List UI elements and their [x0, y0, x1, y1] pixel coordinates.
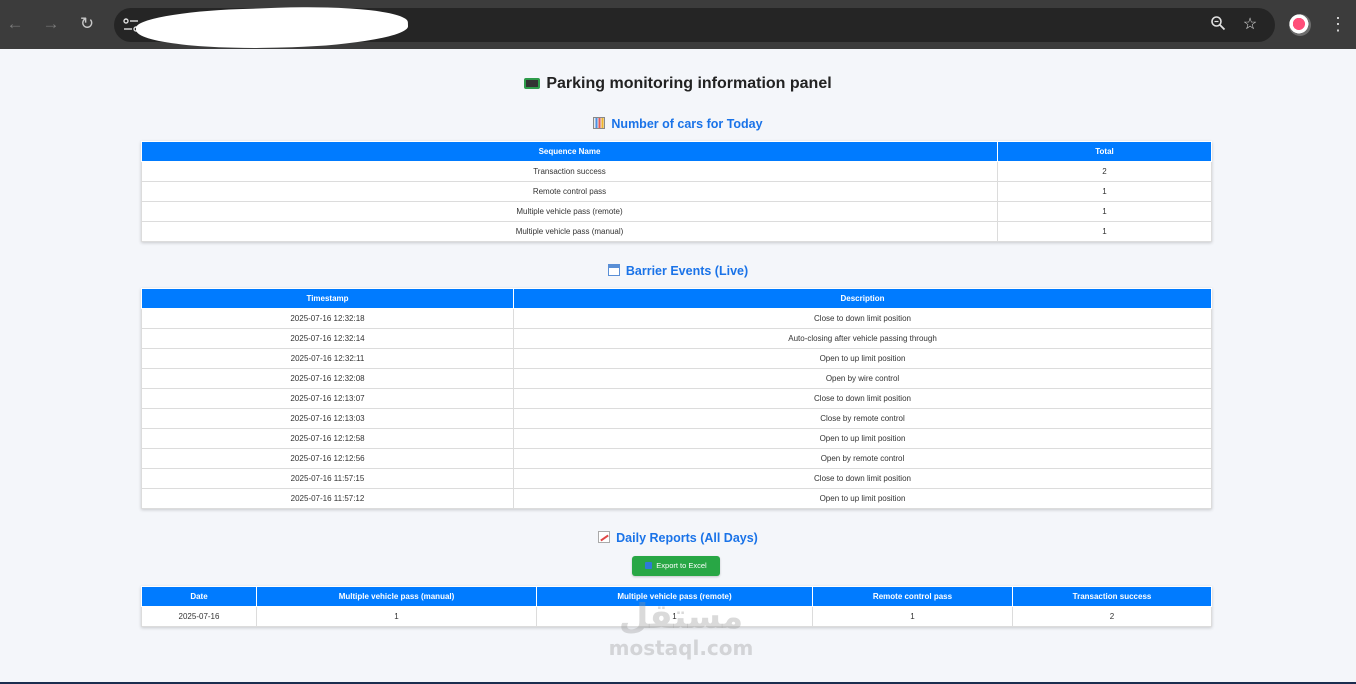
- profile-avatar[interactable]: [1289, 14, 1311, 36]
- daily-reports-table: Date Multiple vehicle pass (manual) Multip…: [141, 586, 1212, 627]
- table-row: 2025-07-16 12:13:03 Close by remote contr…: [141, 408, 1212, 429]
- table-row: 2025-07-16 11:57:15 Close to down limit p…: [141, 468, 1212, 489]
- table-header-row: Sequence Name Total: [141, 141, 1212, 162]
- table-cell: 2025-07-16 11:57:15: [141, 468, 514, 489]
- table-cell: 2025-07-16 12:32:08: [141, 368, 514, 389]
- table-row: 2025-07-16 12:13:07 Close to down limit p…: [141, 388, 1212, 409]
- events-table: Timestamp Description 2025-07-16 12:32:18…: [141, 288, 1212, 509]
- table-row: 2025-07-16 12:32:11 Open to up limit posi…: [141, 348, 1212, 369]
- table-cell: 2025-07-16 12:32:18: [141, 308, 514, 329]
- table-row: 2025-07-16 12:32:18 Close to down limit p…: [141, 308, 1212, 329]
- summary-table: Sequence Name Total Transaction success 2 R…: [141, 141, 1212, 242]
- table-row: 2025-07-16 12:12:56 Open by remote contro…: [141, 448, 1212, 469]
- chart-increasing-emoji-icon: [598, 531, 611, 543]
- bookmark-star-icon[interactable]: ☆: [1240, 15, 1260, 35]
- zoom-icon[interactable]: [1208, 15, 1228, 35]
- table-row: Multiple vehicle pass (manual) 1: [141, 221, 1212, 242]
- table-cell: Close to down limit position: [513, 308, 1212, 329]
- table-cell: 2025-07-16 12:12:58: [141, 428, 514, 449]
- browser-toolbar: ← → ↻ ☆ ⋮: [0, 0, 1356, 53]
- table-cell: Open to up limit position: [513, 348, 1212, 369]
- bar-chart-emoji-icon: [593, 117, 606, 129]
- column-header: Remote control pass: [812, 586, 1013, 607]
- table-cell: 2025-07-16 12:13:03: [141, 408, 514, 429]
- table-cell: 1: [256, 606, 537, 627]
- table-cell: 2025-07-16 12:32:14: [141, 328, 514, 349]
- table-row: Transaction success 2: [141, 161, 1212, 182]
- column-header: Multiple vehicle pass (remote): [536, 586, 813, 607]
- events-section-title: Barrier Events (Live): [0, 264, 1356, 278]
- column-header: Transaction success: [1012, 586, 1212, 607]
- forward-arrow-icon[interactable]: →: [40, 13, 62, 35]
- table-cell: Open to up limit position: [513, 428, 1212, 449]
- table-cell: 1: [997, 181, 1212, 202]
- table-cell: Close to down limit position: [513, 388, 1212, 409]
- table-cell: 2025-07-16 12:32:11: [141, 348, 514, 369]
- table-cell: Multiple vehicle pass (manual): [141, 221, 998, 242]
- table-cell: 2025-07-16: [141, 606, 257, 627]
- table-cell: Open by wire control: [513, 368, 1212, 389]
- table-cell: Remote control pass: [141, 181, 998, 202]
- table-cell: 2025-07-16 12:13:07: [141, 388, 514, 409]
- table-cell: Open to up limit position: [513, 488, 1212, 509]
- column-header: Description: [513, 288, 1212, 309]
- table-row: 2025-07-16 12:32:08 Open by wire control: [141, 368, 1212, 389]
- table-row: 2025-07-16 12:32:14 Auto-closing after ve…: [141, 328, 1212, 349]
- table-row: Multiple vehicle pass (remote) 1: [141, 201, 1212, 222]
- column-header: Date: [141, 586, 257, 607]
- table-cell: 2025-07-16 12:12:56: [141, 448, 514, 469]
- column-header: Total: [997, 141, 1212, 162]
- table-cell: Close to down limit position: [513, 468, 1212, 489]
- table-cell: 2: [1012, 606, 1212, 627]
- table-row: 2025-07-16 12:12:58 Open to up limit posi…: [141, 428, 1212, 449]
- table-cell: 2: [997, 161, 1212, 182]
- table-cell: Open by remote control: [513, 448, 1212, 469]
- table-cell: Close by remote control: [513, 408, 1212, 429]
- column-header: Sequence Name: [141, 141, 998, 162]
- table-cell: 1: [997, 201, 1212, 222]
- table-row: 2025-07-16 1 1 1 2: [141, 606, 1212, 627]
- table-cell: 1: [812, 606, 1013, 627]
- download-emoji-icon: [645, 562, 653, 569]
- table-cell: Transaction success: [141, 161, 998, 182]
- table-header-row: Date Multiple vehicle pass (manual) Multip…: [141, 586, 1212, 607]
- page-title: Parking monitoring information panel: [0, 75, 1356, 93]
- table-cell: 1: [536, 606, 813, 627]
- terminal-emoji-icon: [524, 78, 541, 89]
- kebab-menu-icon[interactable]: ⋮: [1329, 13, 1347, 35]
- export-to-excel-button[interactable]: Export to Excel: [632, 556, 720, 576]
- table-cell: Auto-closing after vehicle passing throu…: [513, 328, 1212, 349]
- page-content: Parking monitoring information panel Num…: [0, 49, 1356, 682]
- calendar-emoji-icon: [607, 264, 620, 276]
- table-header-row: Timestamp Description: [141, 288, 1212, 309]
- table-row: 2025-07-16 11:57:12 Open to up limit posi…: [141, 488, 1212, 509]
- column-header: Multiple vehicle pass (manual): [256, 586, 537, 607]
- table-cell: 2025-07-16 11:57:12: [141, 488, 514, 509]
- url-redaction: [135, 3, 409, 53]
- table-cell: 1: [997, 221, 1212, 242]
- table-cell: Multiple vehicle pass (remote): [141, 201, 998, 222]
- daily-section-title: Daily Reports (All Days): [0, 531, 1356, 545]
- address-bar[interactable]: ☆: [114, 3, 1275, 53]
- summary-section-title: Number of cars for Today: [0, 117, 1356, 131]
- back-arrow-icon[interactable]: ←: [4, 13, 26, 35]
- reload-icon[interactable]: ↻: [76, 13, 98, 35]
- table-row: Remote control pass 1: [141, 181, 1212, 202]
- column-header: Timestamp: [141, 288, 514, 309]
